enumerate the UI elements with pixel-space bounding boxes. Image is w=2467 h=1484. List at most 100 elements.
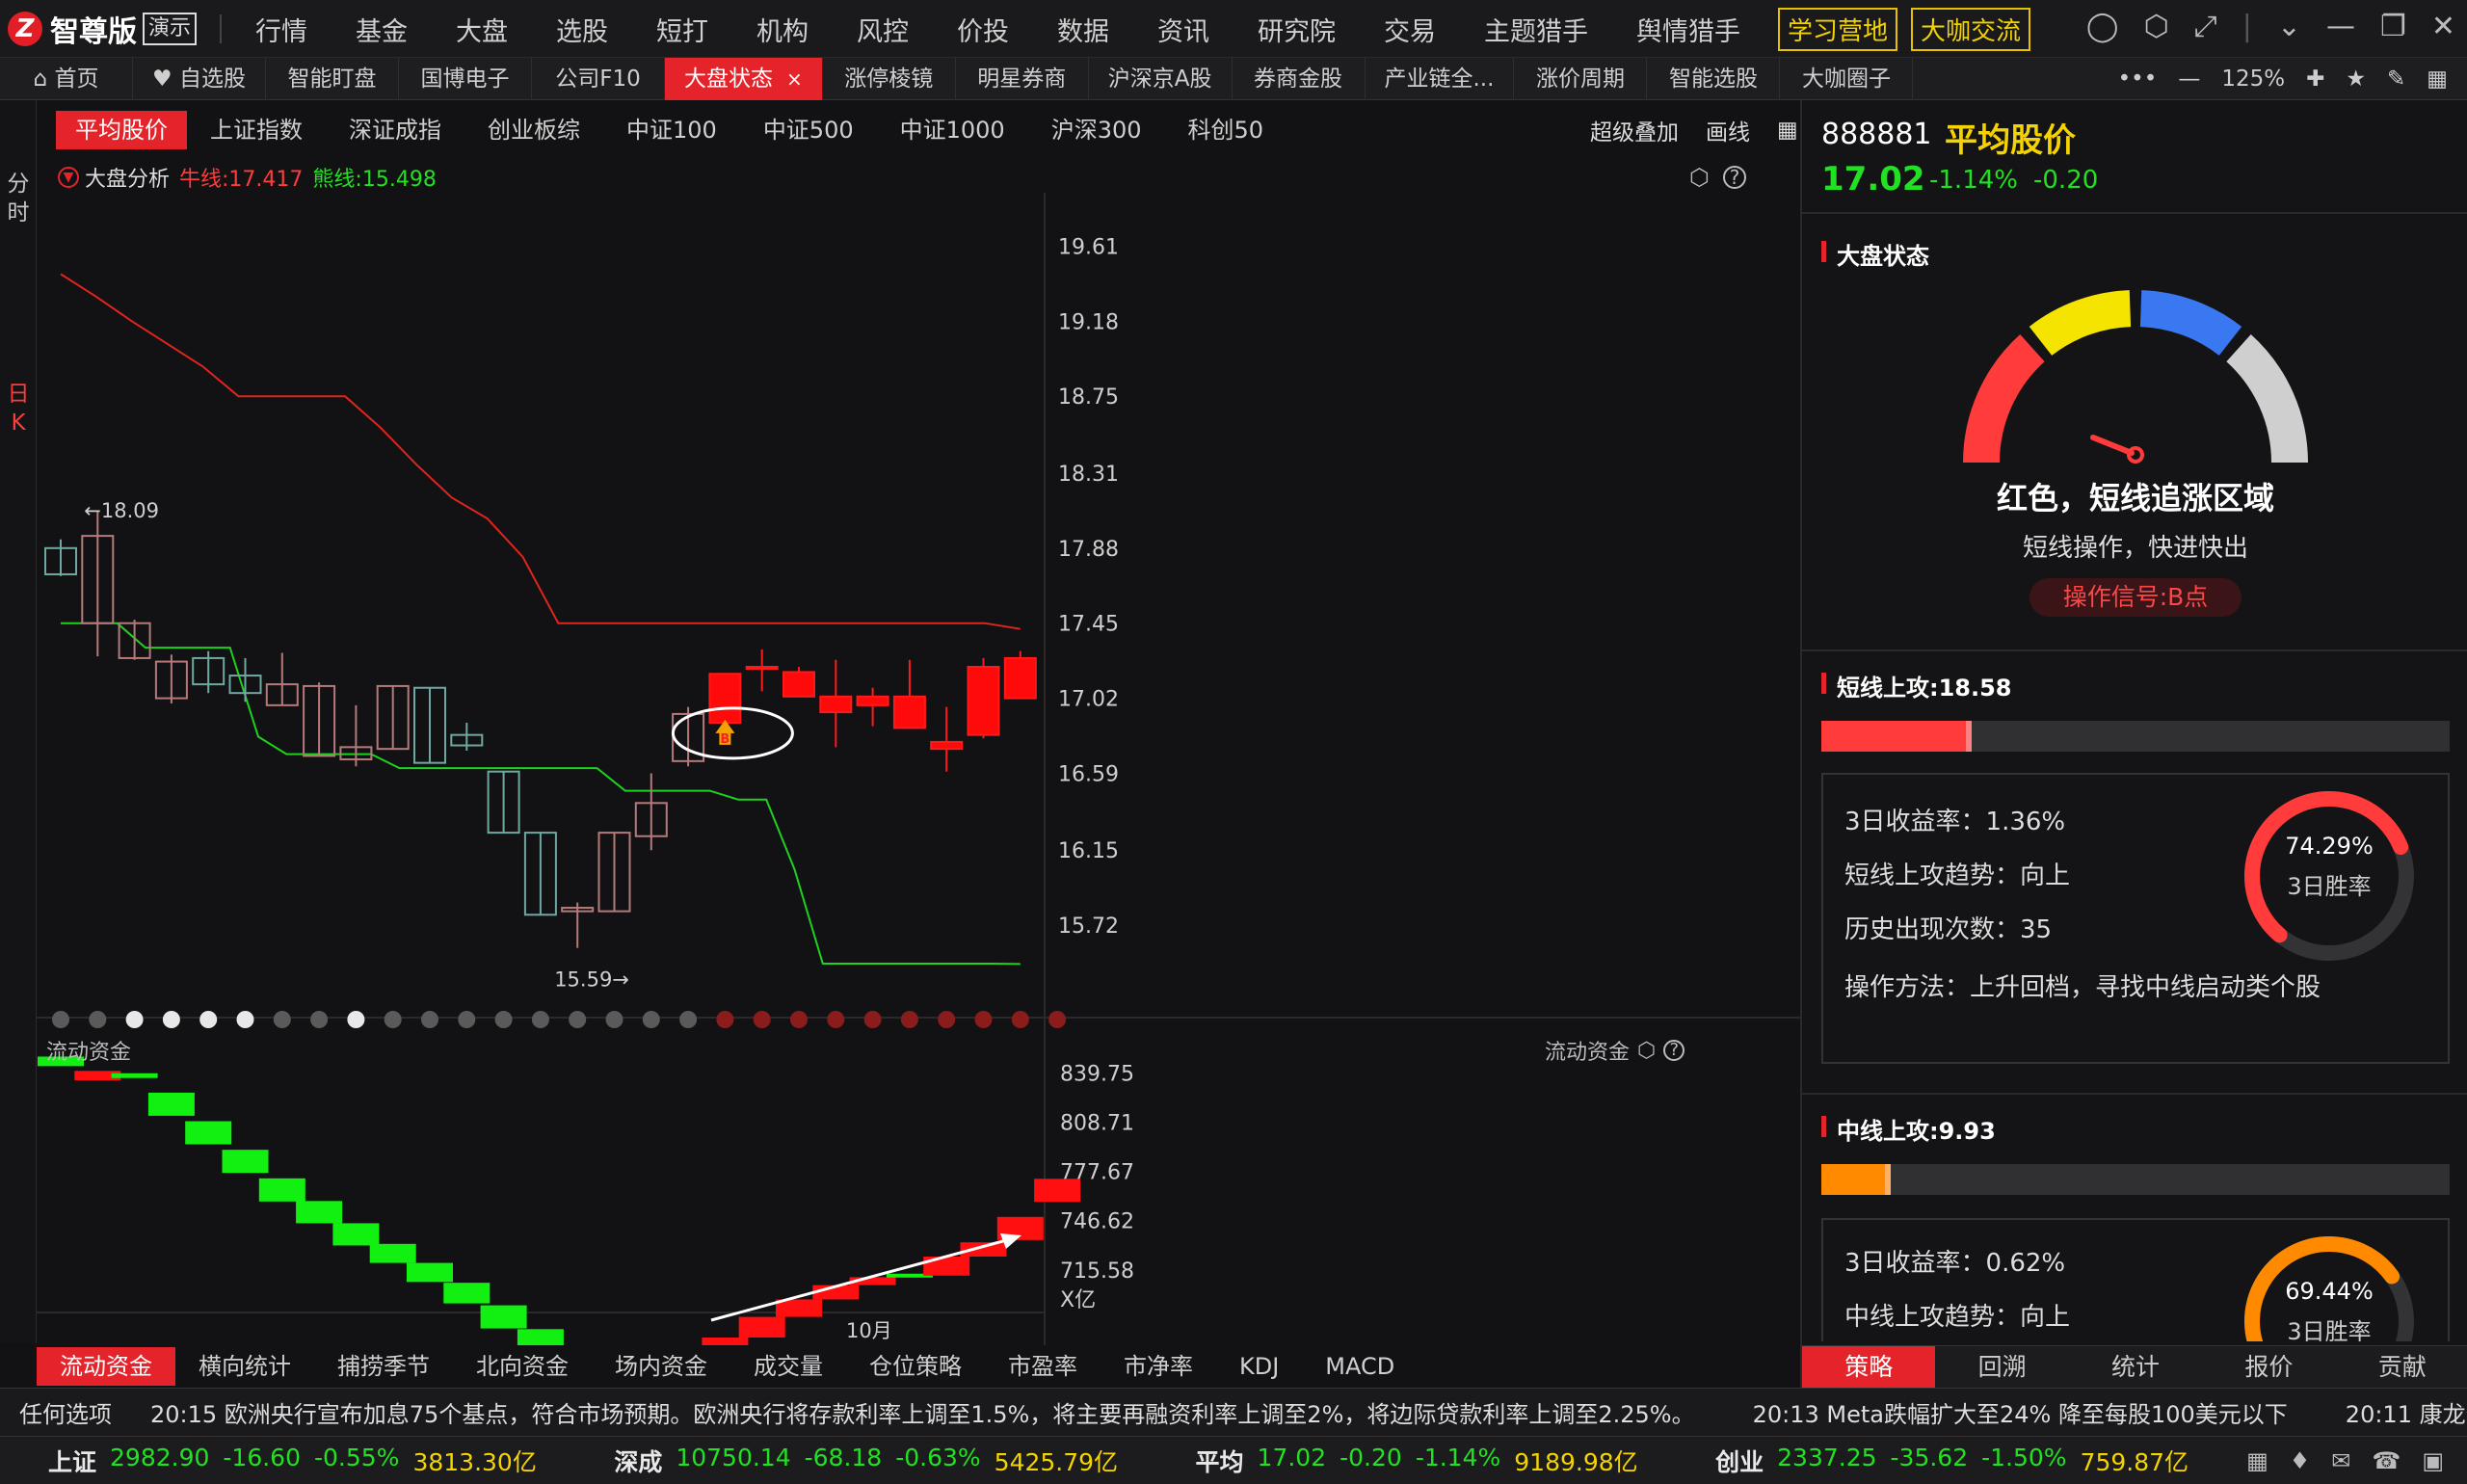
- app-logo[interactable]: Z 智尊版 演示: [8, 8, 198, 50]
- indicator-tab[interactable]: 市净率: [1101, 1347, 1216, 1386]
- candle[interactable]: [892, 695, 926, 729]
- indicator-tab[interactable]: 捕捞季节: [314, 1347, 453, 1386]
- restore-icon[interactable]: ❐: [2380, 10, 2406, 43]
- message-icon[interactable]: ✉: [2331, 1447, 2350, 1474]
- candle[interactable]: [967, 666, 1000, 736]
- period-daily[interactable]: 日 K: [0, 380, 37, 437]
- page-tab[interactable]: 智能盯盘: [266, 57, 399, 100]
- settings-icon[interactable]: ⬡: [1689, 164, 1710, 191]
- candle[interactable]: [708, 673, 742, 724]
- index-tab[interactable]: 创业板综: [464, 111, 603, 149]
- menu-item[interactable]: 价投: [933, 11, 1033, 48]
- indicator-tab[interactable]: 北向资金: [453, 1347, 592, 1386]
- index-quote[interactable]: 深成 10750.14 -68.18 -0.63% 5425.79亿: [614, 1444, 1118, 1478]
- menu-item[interactable]: 机构: [732, 11, 833, 48]
- close-icon[interactable]: ✕: [2431, 10, 2455, 43]
- flow-bar[interactable]: [185, 1121, 232, 1145]
- index-quote[interactable]: 上证 2982.90 -16.60 -0.55% 3813.30亿: [48, 1444, 537, 1478]
- index-quote[interactable]: 创业 2337.25 -35.62 -1.50% 759.87亿: [1715, 1444, 2188, 1478]
- chevron-down-icon[interactable]: ⌄: [2277, 10, 2301, 43]
- menu-item[interactable]: 风控: [833, 11, 933, 48]
- page-tab[interactable]: 产业链全...: [1366, 57, 1515, 100]
- menu-item[interactable]: 短打: [632, 11, 732, 48]
- menu-item[interactable]: 大盘: [432, 11, 532, 48]
- grid-icon[interactable]: ▦: [2427, 66, 2448, 92]
- indicator-tab[interactable]: 仓位策略: [846, 1347, 985, 1386]
- candle[interactable]: [930, 740, 964, 751]
- index-tab[interactable]: 中证500: [740, 111, 877, 149]
- page-tab[interactable]: 涨价周期: [1514, 57, 1648, 100]
- settings-icon[interactable]: ⬡: [1637, 1039, 1656, 1063]
- menu-item[interactable]: 研究院: [1234, 11, 1360, 48]
- candle[interactable]: [819, 695, 853, 714]
- pen-icon[interactable]: ✎: [2387, 66, 2405, 92]
- indicator-tab[interactable]: 横向统计: [175, 1347, 314, 1386]
- menu-item[interactable]: 交易: [1360, 11, 1460, 48]
- flow-bar[interactable]: [332, 1223, 380, 1246]
- right-panel-tab[interactable]: 回溯: [1935, 1346, 2068, 1388]
- right-panel-tab[interactable]: 统计: [2069, 1346, 2202, 1388]
- tab-close-icon[interactable]: ×: [786, 67, 803, 91]
- page-tab[interactable]: 沪深京A股: [1089, 57, 1233, 100]
- menu-item[interactable]: 资讯: [1133, 11, 1234, 48]
- indicator-tab[interactable]: KDJ: [1216, 1347, 1302, 1386]
- help-icon[interactable]: ?: [1723, 166, 1746, 189]
- right-panel-tab[interactable]: 贡献: [2336, 1346, 2467, 1388]
- menu-item[interactable]: 主题猎手: [1460, 11, 1612, 48]
- page-tab[interactable]: ⌂ 首页: [0, 57, 133, 100]
- candle[interactable]: [1003, 656, 1037, 700]
- news-item[interactable]: 20:15 欧洲央行宣布加息75个基点，符合市场预期。欧洲央行将存款利率上调至1…: [150, 1395, 1695, 1429]
- flow-bar[interactable]: [147, 1092, 195, 1116]
- index-tab[interactable]: 平均股价: [56, 111, 187, 149]
- flow-bar[interactable]: [443, 1283, 491, 1304]
- flow-bar[interactable]: [738, 1316, 785, 1338]
- super-overlay-button[interactable]: 超级叠加: [1590, 114, 1679, 146]
- menu-item[interactable]: 数据: [1033, 11, 1133, 48]
- news-item[interactable]: 20:13 Meta跌幅扩大至24% 降至每股100美元以下: [1753, 1395, 2288, 1429]
- flow-bar[interactable]: [258, 1178, 305, 1202]
- right-panel-tab[interactable]: 策略: [1802, 1346, 1936, 1388]
- page-tab[interactable]: ♥ 自选股: [133, 57, 266, 100]
- signal-button[interactable]: 操作信号:B点: [2029, 578, 2242, 617]
- draw-line-button[interactable]: 画线: [1706, 114, 1750, 146]
- indicator-tab[interactable]: MACD: [1302, 1347, 1418, 1386]
- index-tab[interactable]: 科创50: [1165, 111, 1287, 149]
- period-minute[interactable]: 分 时: [0, 170, 37, 227]
- page-tab[interactable]: 涨停棱镜: [823, 57, 956, 100]
- candle[interactable]: [745, 666, 779, 670]
- page-tab[interactable]: 公司F10: [532, 57, 665, 100]
- flow-chart[interactable]: 839.75808.71777.67746.62715.58X亿10月: [37, 1031, 1800, 1345]
- menu-item[interactable]: 行情: [231, 11, 332, 48]
- index-quote[interactable]: 平均 17.02 -0.20 -1.14% 9189.98亿: [1196, 1444, 1638, 1478]
- screen-icon[interactable]: ▣: [2422, 1447, 2444, 1474]
- index-tab[interactable]: 上证指数: [187, 111, 326, 149]
- more-icon[interactable]: •••: [2118, 66, 2158, 92]
- flow-bar[interactable]: [222, 1150, 269, 1174]
- flow-bar[interactable]: [111, 1073, 158, 1078]
- index-tab[interactable]: 中证1000: [877, 111, 1028, 149]
- settings-icon[interactable]: ⬡: [2144, 10, 2169, 43]
- user-icon[interactable]: ◯: [2086, 10, 2119, 43]
- collapse-icon[interactable]: ⤢: [2194, 10, 2217, 43]
- news-option[interactable]: 任何选项: [19, 1395, 112, 1429]
- flow-bar[interactable]: [407, 1262, 453, 1283]
- zoom-out-icon[interactable]: —: [2178, 66, 2200, 92]
- candle[interactable]: [856, 695, 889, 706]
- page-tab[interactable]: 国博电子: [399, 57, 532, 100]
- star-icon[interactable]: ★: [2346, 66, 2366, 92]
- flow-bar[interactable]: [517, 1329, 564, 1345]
- dropdown-icon[interactable]: ▼: [58, 167, 79, 188]
- page-tab[interactable]: 明星券商: [956, 57, 1089, 100]
- indicator-tab[interactable]: 流动资金: [37, 1347, 175, 1386]
- bell-icon[interactable]: ♦: [2290, 1447, 2311, 1474]
- help-icon[interactable]: ?: [1663, 1040, 1685, 1061]
- page-tab[interactable]: 大盘状态 ×: [665, 57, 823, 100]
- right-panel-tab[interactable]: 报价: [2202, 1346, 2335, 1388]
- flow-bar[interactable]: [369, 1243, 416, 1263]
- page-tab[interactable]: 智能选股: [1647, 57, 1781, 100]
- indicator-tab[interactable]: 市盈率: [985, 1347, 1101, 1386]
- flow-bar[interactable]: [296, 1201, 343, 1224]
- news-item[interactable]: 20:11 康龙化: [2346, 1395, 2467, 1429]
- minimize-icon[interactable]: —: [2326, 10, 2355, 43]
- flow-bar[interactable]: [480, 1305, 527, 1329]
